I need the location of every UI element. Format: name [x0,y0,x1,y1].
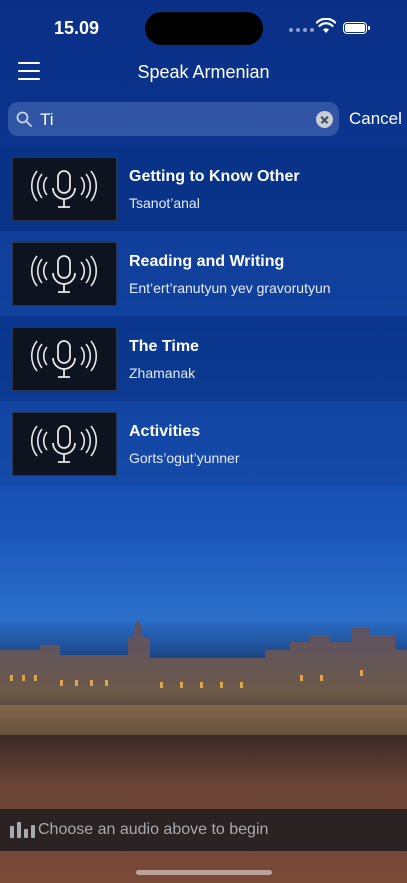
list-item[interactable]: Activities Gorts’ogut’yunner [0,401,407,486]
equalizer-icon [10,822,35,838]
microphone-icon [30,255,98,293]
lesson-subtitle: Ent’ert’ranutyun yev gravorutyun [129,280,331,296]
lesson-subtitle: Gorts’ogut’yunner [129,450,240,466]
status-time: 15.09 [54,18,100,38]
lesson-title: Getting to Know Other [129,168,300,185]
lesson-thumbnail [12,157,117,221]
building-silhouette [0,620,407,740]
nav-bar: Speak Armenian [0,52,407,92]
lesson-subtitle: Zhamanak [129,365,196,381]
search-input[interactable] [38,108,312,132]
battery-icon [343,22,370,34]
clear-icon[interactable] [316,111,333,128]
lesson-thumbnail [12,412,117,476]
list-item[interactable]: Reading and Writing Ent’ert’ranutyun yev… [0,231,407,316]
lesson-title: Reading and Writing [129,253,285,270]
list-item[interactable]: The Time Zhamanak [0,316,407,401]
signal-icon [289,28,314,32]
page-title: Speak Armenian [137,62,270,82]
cancel-button[interactable]: Cancel [349,109,402,129]
microphone-icon [30,340,98,378]
wifi-icon [316,18,336,33]
search-icon [16,111,32,127]
search-bar[interactable] [8,102,339,136]
dynamic-island [145,12,263,45]
player-status-text: Choose an audio above to begin [38,821,269,838]
lesson-thumbnail [12,327,117,391]
list-item[interactable]: Getting to Know Other Tsanot’anal [0,146,407,231]
microphone-icon [30,425,98,463]
lesson-title: Activities [129,423,201,440]
microphone-icon [30,170,98,208]
lesson-title: The Time [129,338,199,355]
status-bar: 15.09 [0,0,407,50]
lesson-subtitle: Tsanot’anal [129,195,200,211]
lesson-list: Getting to Know Other Tsanot’anal Readin… [0,146,407,486]
home-indicator [136,870,272,875]
lesson-thumbnail [12,242,117,306]
audio-player-bar[interactable]: Choose an audio above to begin [0,809,407,851]
